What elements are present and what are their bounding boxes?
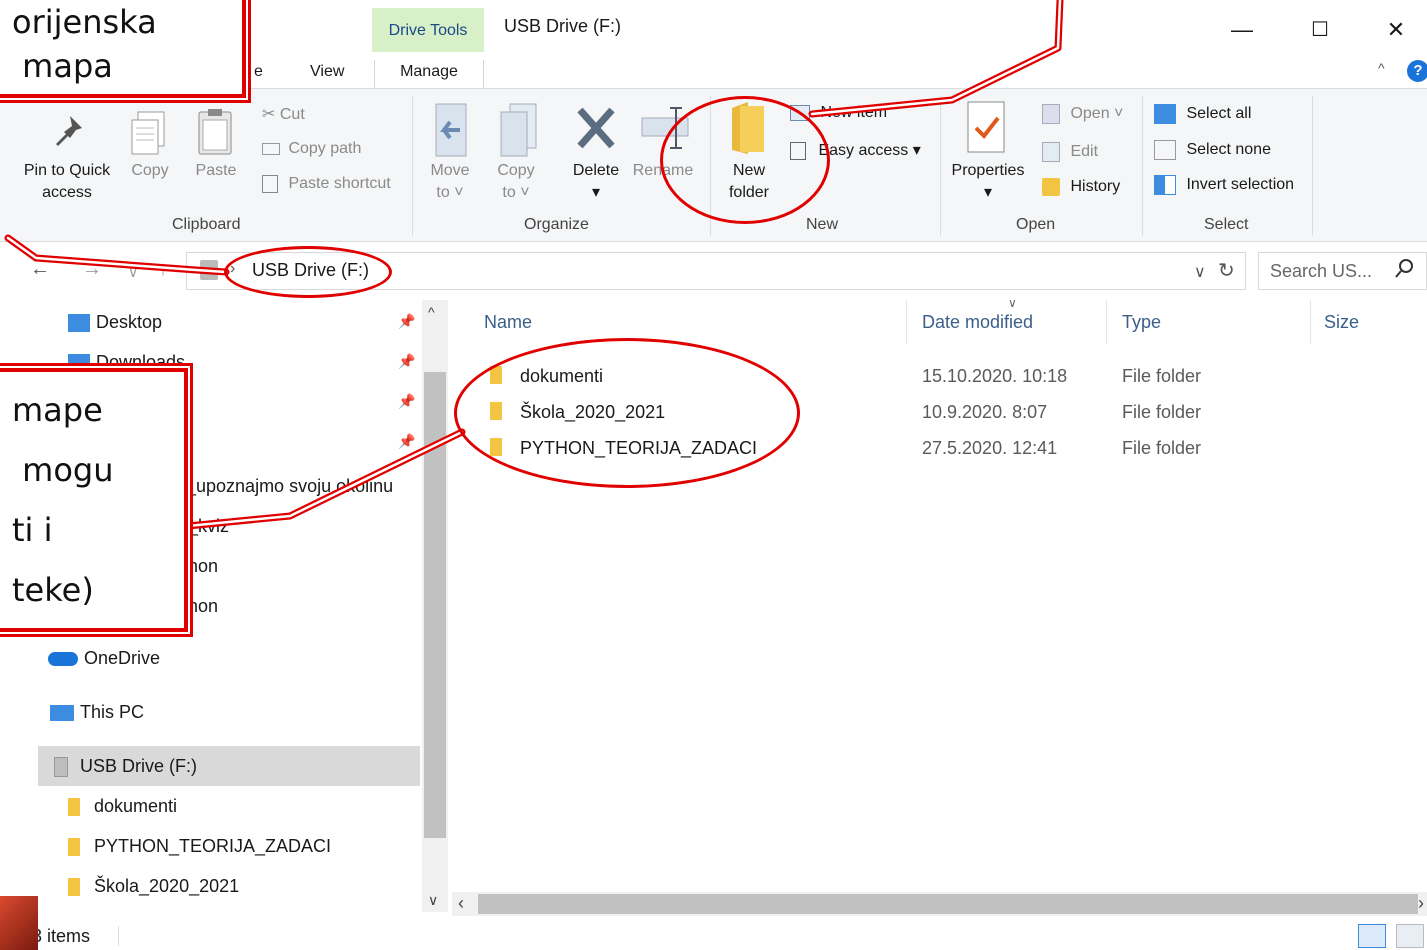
connector-line	[4, 234, 230, 276]
new-folder-highlight-ellipse	[660, 96, 830, 224]
connector-line	[810, 0, 1062, 116]
annotation-callout-root: orijenska mapa	[0, 0, 246, 98]
connector-line	[808, 0, 1064, 118]
annotation-callout-folders: mape mogu ti i teke)	[0, 368, 188, 632]
folders-highlight-ellipse	[454, 338, 800, 488]
connector-line	[186, 430, 464, 528]
connector-line	[184, 428, 466, 530]
address-highlight-ellipse	[224, 246, 392, 298]
